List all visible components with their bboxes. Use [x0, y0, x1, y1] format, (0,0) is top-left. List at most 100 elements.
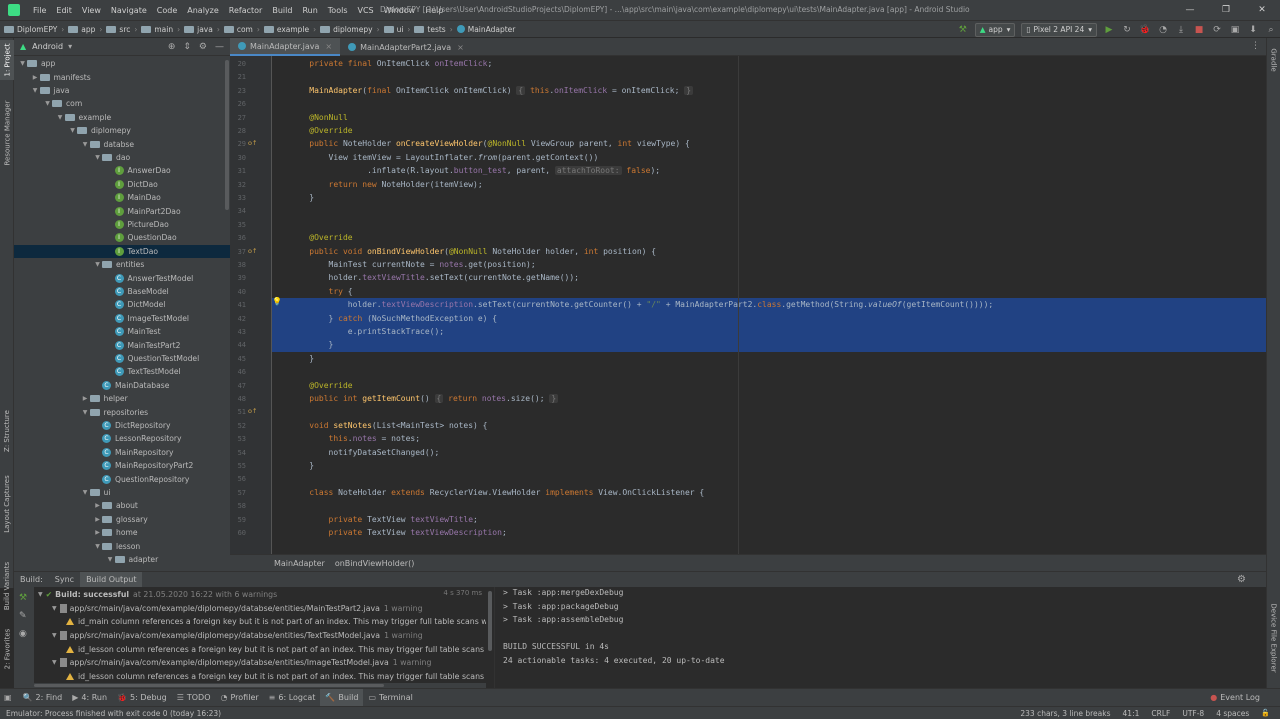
editor-breadcrumb-item[interactable]: onBindViewHolder() — [335, 559, 414, 568]
tree-item[interactable]: C BaseModel — [14, 285, 230, 298]
chevron-right-icon[interactable]: ▶ — [93, 516, 102, 523]
chevron-right-icon[interactable]: ▶ — [93, 529, 102, 536]
tree-item[interactable]: I DictDao — [14, 178, 230, 191]
tree-item[interactable]: ▼ example — [14, 111, 230, 124]
tool-tab-layout-captures[interactable]: Layout Captures — [0, 474, 14, 534]
build-tree-item[interactable]: ▼ app/src/main/java/com/example/diplomepy… — [52, 602, 423, 616]
breadcrumb-item[interactable]: example › — [260, 25, 316, 34]
attach-debugger-icon[interactable]: ⤓ — [1175, 24, 1187, 36]
breadcrumb-item[interactable]: com › — [220, 25, 260, 34]
tree-item[interactable]: ▼ databse — [14, 137, 230, 150]
chevron-down-icon[interactable]: ▼ — [52, 605, 57, 612]
avd-manager-icon[interactable]: ▣ — [1229, 24, 1241, 36]
tool-window-todo[interactable]: ☰ TODO — [172, 689, 216, 707]
code-editor[interactable]: private final OnItemClick onItemClick; M… — [272, 56, 1266, 554]
breadcrumb-item[interactable]: MainAdapter — [453, 25, 515, 34]
editor-tab[interactable]: MainAdapter.java × — [230, 38, 341, 56]
tree-item[interactable]: ▶ helper — [14, 392, 230, 405]
pin-icon[interactable]: ✎ — [19, 611, 27, 621]
tool-tab-gradle[interactable]: Gradle — [1267, 40, 1280, 80]
maximize-icon[interactable]: ❐ — [1208, 0, 1244, 20]
locate-icon[interactable]: ⊕ — [168, 42, 176, 52]
build-tab-sync[interactable]: Sync — [49, 572, 80, 588]
tabs-menu-icon[interactable]: ⋮ — [1251, 41, 1260, 51]
profile-icon[interactable]: ◔ — [1157, 24, 1169, 36]
search-icon[interactable]: ⌕ — [1265, 24, 1277, 36]
tree-item[interactable]: C QuestionRepository — [14, 472, 230, 485]
menu-item-refactor[interactable]: Refactor — [224, 6, 268, 15]
tool-tab-z-structure[interactable]: Z: Structure — [0, 406, 14, 456]
project-view-select[interactable]: Android — [32, 42, 63, 51]
tree-scrollbar[interactable] — [225, 60, 229, 210]
chevron-down-icon[interactable]: ▼ — [106, 556, 115, 563]
tree-item[interactable]: ▶ home — [14, 526, 230, 539]
hide-icon[interactable]: — — [215, 42, 224, 52]
gear-icon[interactable]: ⚙ — [199, 42, 207, 52]
chevron-down-icon[interactable]: ▼ — [43, 100, 52, 107]
chevron-right-icon[interactable]: ▶ — [81, 395, 90, 402]
close-icon[interactable]: ✕ — [1244, 0, 1280, 20]
build-tree-item[interactable]: id_lesson column references a foreign ke… — [66, 642, 486, 656]
build-tree-item[interactable]: ▼ ✔ Build: successful at 21.05.2020 16:22 w… — [38, 588, 277, 602]
tree-item[interactable]: I QuestionDao — [14, 231, 230, 244]
tool-window-build[interactable]: 🔨 Build — [320, 688, 364, 707]
tree-item[interactable]: ▼ entities — [14, 258, 230, 271]
tool-tab-resource-manager[interactable]: Resource Manager — [0, 98, 14, 168]
tree-item[interactable]: I MainPart2Dao — [14, 204, 230, 217]
eye-icon[interactable]: ◉ — [19, 629, 27, 639]
breadcrumb-item[interactable]: DiplomEPY › — [0, 25, 64, 34]
hammer-icon[interactable]: ⚒ — [19, 593, 27, 603]
status-indicator[interactable]: 233 chars, 3 line breaks — [1020, 709, 1110, 718]
build-tree-item[interactable]: ▼ app/src/main/java/com/example/diplomepy… — [52, 656, 431, 670]
status-indicator[interactable]: CRLF — [1151, 709, 1170, 718]
build-tab-buildoutput[interactable]: Build Output — [80, 571, 143, 588]
override-marker-icon[interactable]: o↑ — [248, 407, 257, 415]
tool-tab-1-project[interactable]: 1: Project — [0, 40, 14, 80]
tree-item[interactable]: ▼ java — [14, 84, 230, 97]
menu-item-run[interactable]: Run — [297, 6, 322, 15]
close-icon[interactable]: × — [325, 42, 332, 51]
stop-icon[interactable]: ■ — [1193, 24, 1205, 36]
lock-icon[interactable]: 🔓 — [1261, 709, 1270, 718]
run-icon[interactable]: ▶ — [1103, 24, 1115, 36]
chevron-down-icon[interactable]: ▼ — [18, 60, 27, 67]
tool-tab-2-favorites[interactable]: 2: Favorites — [0, 624, 14, 674]
breadcrumb-item[interactable]: ui › — [380, 25, 410, 34]
breadcrumb-item[interactable]: main › — [137, 25, 180, 34]
event-log-button[interactable]: ● Event Log — [1210, 693, 1260, 702]
build-tree-item[interactable]: id_main column references a foreign key … — [66, 615, 486, 629]
tree-item[interactable]: C MainTest — [14, 325, 230, 338]
tree-item[interactable]: C TextTestModel — [14, 365, 230, 378]
menu-item-build[interactable]: Build — [267, 6, 297, 15]
chevron-down-icon[interactable]: ▼ — [56, 114, 65, 121]
tree-item[interactable]: I TextDao — [14, 244, 230, 258]
tool-window-profiler[interactable]: ◔ Profiler — [216, 689, 264, 707]
override-marker-icon[interactable]: o↑ — [248, 247, 257, 255]
status-indicator[interactable]: 41:1 — [1123, 709, 1140, 718]
tree-item[interactable]: ▶ glossary — [14, 513, 230, 526]
tree-item[interactable]: I MainDao — [14, 191, 230, 204]
menu-item-edit[interactable]: Edit — [51, 6, 77, 15]
breadcrumb-item[interactable]: app › — [64, 25, 102, 34]
tree-item[interactable]: C DictModel — [14, 298, 230, 311]
tree-item[interactable]: ▼ ui — [14, 486, 230, 499]
build-tree-item[interactable]: id_lesson column references a foreign ke… — [66, 670, 486, 684]
chevron-down-icon[interactable]: ▼ — [93, 154, 102, 161]
menu-item-file[interactable]: File — [28, 6, 51, 15]
tree-item[interactable]: ▼ app — [14, 57, 230, 70]
chevron-down-icon[interactable]: ▼ — [31, 87, 40, 94]
tree-item[interactable]: ▶ manifests — [14, 70, 230, 83]
breadcrumb-item[interactable]: java › — [180, 25, 220, 34]
menu-item-tools[interactable]: Tools — [323, 6, 353, 15]
tool-window-terminal[interactable]: ▭ Terminal — [363, 689, 417, 707]
run-config-select[interactable]: ▲ app ▾ — [974, 22, 1016, 37]
tree-item[interactable]: ▼ com — [14, 97, 230, 110]
editor-breadcrumb-item[interactable]: MainAdapter — [274, 559, 325, 568]
tool-tab-build-variants[interactable]: Build Variants — [0, 556, 14, 616]
sdk-manager-icon[interactable]: ⬇ — [1247, 24, 1259, 36]
menu-item-vcs[interactable]: VCS — [353, 6, 379, 15]
device-select[interactable]: ▯ Pixel 2 API 24 ▾ — [1021, 22, 1097, 37]
status-indicator[interactable]: UTF-8 — [1182, 709, 1204, 718]
gear-icon[interactable]: ⚙ — [1237, 574, 1246, 585]
tree-item[interactable]: C LessonRepository — [14, 432, 230, 445]
